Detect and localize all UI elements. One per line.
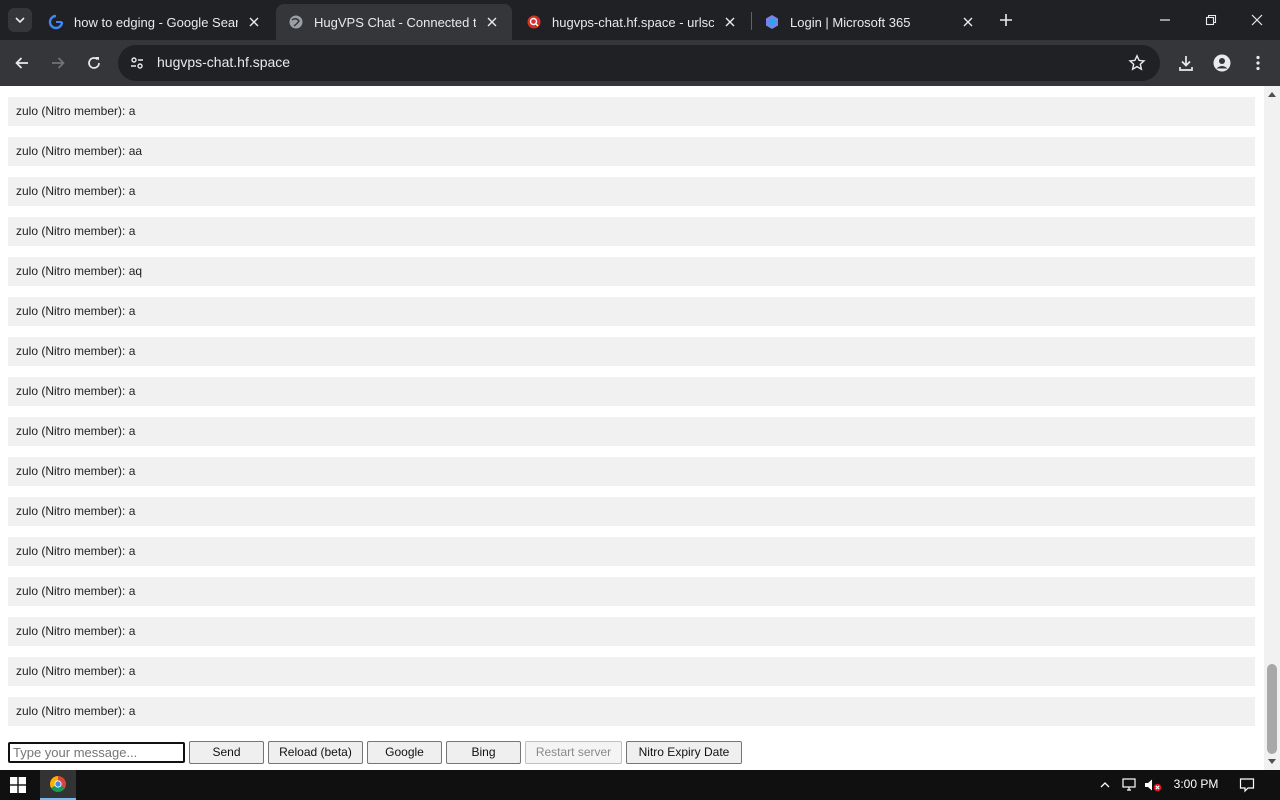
close-icon <box>1251 14 1263 26</box>
profile-button[interactable] <box>1211 52 1233 74</box>
chat-message: zulo (Nitro member): a <box>8 377 1255 406</box>
tab-title: HugVPS Chat - Connected to se <box>314 14 476 30</box>
chat-page: zulo (Nitro member): a zulo (Nitro membe… <box>0 86 1264 770</box>
notifications-icon[interactable] <box>1238 777 1256 793</box>
chat-message: zulo (Nitro member): a <box>8 537 1255 566</box>
close-icon[interactable] <box>246 14 262 30</box>
tab-search-button[interactable] <box>8 8 32 32</box>
page-scrollbar[interactable] <box>1264 86 1280 770</box>
new-tab-button[interactable] <box>994 8 1018 32</box>
tab-strip: how to edging - Google Search HugVPS Cha… <box>0 0 1280 40</box>
google-icon <box>48 14 64 30</box>
show-hidden-icons-button[interactable] <box>1096 777 1114 793</box>
back-button[interactable] <box>8 49 36 77</box>
reload-icon <box>88 57 100 69</box>
tab-microsoft-365[interactable]: Login | Microsoft 365 <box>752 4 988 40</box>
chat-message: zulo (Nitro member): a <box>8 217 1255 246</box>
chat-message: zulo (Nitro member): a <box>8 417 1255 446</box>
chat-message: zulo (Nitro member): aq <box>8 257 1255 286</box>
chat-message: zulo (Nitro member): a <box>8 657 1255 686</box>
globe-icon <box>288 14 304 30</box>
restore-icon <box>1205 14 1217 26</box>
volume-muted-icon[interactable] <box>1144 777 1162 793</box>
network-icon[interactable] <box>1120 777 1138 793</box>
reload-beta-button[interactable]: Reload (beta) <box>268 740 363 764</box>
chat-message: zulo (Nitro member): a <box>8 177 1255 206</box>
tab-google-search[interactable]: how to edging - Google Search <box>36 4 274 40</box>
tab-hugvps-chat[interactable]: HugVPS Chat - Connected to se <box>276 4 512 40</box>
nitro-expiry-button[interactable]: Nitro Expiry Date <box>626 740 742 764</box>
restore-button[interactable] <box>1188 0 1234 40</box>
start-button[interactable] <box>0 770 36 800</box>
forward-button[interactable] <box>44 49 72 77</box>
scroll-down-arrow-icon[interactable] <box>1268 759 1276 764</box>
urlscan-icon <box>526 14 542 30</box>
more-vert-icon <box>1256 55 1260 71</box>
close-icon[interactable] <box>484 14 500 30</box>
address-bar[interactable]: hugvps-chat.hf.space <box>118 45 1160 81</box>
chrome-icon <box>50 776 66 792</box>
close-window-button[interactable] <box>1234 0 1280 40</box>
close-icon[interactable] <box>960 14 976 30</box>
chat-controls: Send Reload (beta) Google Bing Restart s… <box>8 740 742 764</box>
minimize-button[interactable] <box>1142 0 1188 40</box>
microsoft365-icon <box>764 14 780 30</box>
star-icon[interactable] <box>1128 54 1146 72</box>
taskbar-chrome-button[interactable] <box>40 770 76 800</box>
site-settings-icon[interactable] <box>128 54 146 72</box>
download-button[interactable] <box>1175 52 1197 74</box>
arrow-left-icon <box>15 57 28 69</box>
chat-message: zulo (Nitro member): a <box>8 337 1255 366</box>
tab-title: hugvps-chat.hf.space - urlscan. <box>552 14 714 30</box>
download-icon <box>1179 56 1193 71</box>
menu-button[interactable] <box>1247 52 1269 74</box>
chat-message: zulo (Nitro member): a <box>8 457 1255 486</box>
taskbar-clock[interactable]: 3:00 PM <box>1170 777 1222 791</box>
chat-message: zulo (Nitro member): a <box>8 697 1255 726</box>
google-button[interactable]: Google <box>367 740 442 764</box>
chat-message: zulo (Nitro member): a <box>8 617 1255 646</box>
scrollbar-thumb[interactable] <box>1267 664 1277 754</box>
close-icon[interactable] <box>722 14 738 30</box>
browser-toolbar: hugvps-chat.hf.space <box>0 40 1280 86</box>
message-input[interactable] <box>8 741 185 763</box>
minimize-icon <box>1160 19 1170 21</box>
chat-message: zulo (Nitro member): a <box>8 97 1255 126</box>
tab-title: how to edging - Google Search <box>74 14 238 30</box>
chat-message: zulo (Nitro member): aa <box>8 137 1255 166</box>
chevron-up-icon <box>1100 782 1110 788</box>
chat-message: zulo (Nitro member): a <box>8 577 1255 606</box>
arrow-right-icon <box>52 57 65 69</box>
tab-title: Login | Microsoft 365 <box>790 14 911 30</box>
send-button[interactable]: Send <box>189 740 264 764</box>
plus-icon <box>1000 14 1012 26</box>
chevron-down-icon <box>15 17 25 24</box>
chat-message: zulo (Nitro member): a <box>8 297 1255 326</box>
windows-logo-icon <box>10 777 26 793</box>
profile-icon <box>1213 54 1231 72</box>
restart-server-button[interactable]: Restart server <box>525 740 622 764</box>
reload-button[interactable] <box>80 49 108 77</box>
bing-button[interactable]: Bing <box>446 740 521 764</box>
tab-urlscan[interactable]: hugvps-chat.hf.space - urlscan. <box>514 4 750 40</box>
chat-message: zulo (Nitro member): a <box>8 497 1255 526</box>
url-text[interactable]: hugvps-chat.hf.space <box>157 54 290 70</box>
windows-taskbar: 3:00 PM <box>0 770 1280 800</box>
scroll-up-arrow-icon[interactable] <box>1268 92 1276 97</box>
